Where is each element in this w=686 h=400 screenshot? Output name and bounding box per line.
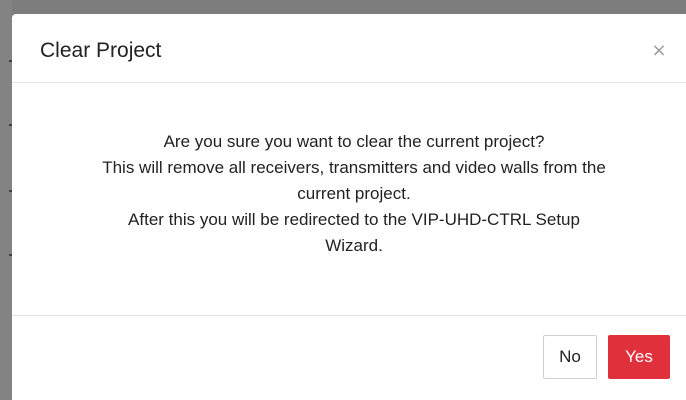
backdrop-left [0,0,12,400]
backdrop-top [0,0,686,14]
dialog-body: Are you sure you want to clear the curre… [12,83,686,316]
dialog-message: Are you sure you want to clear the curre… [48,129,660,259]
message-line: current project. [297,184,411,203]
message-line: After this you will be redirected to the… [128,210,580,229]
yes-button[interactable]: Yes [608,335,670,379]
dialog-title: Clear Project [40,39,162,62]
message-line: Are you sure you want to clear the curre… [163,132,545,151]
no-button[interactable]: No [543,335,597,379]
message-line: This will remove all receivers, transmit… [102,158,606,177]
clear-project-dialog: Clear Project × Are you sure you want to… [12,14,686,400]
message-line: Wizard. [325,236,383,255]
close-icon[interactable]: × [647,36,671,66]
dialog-header: Clear Project × [12,14,686,83]
